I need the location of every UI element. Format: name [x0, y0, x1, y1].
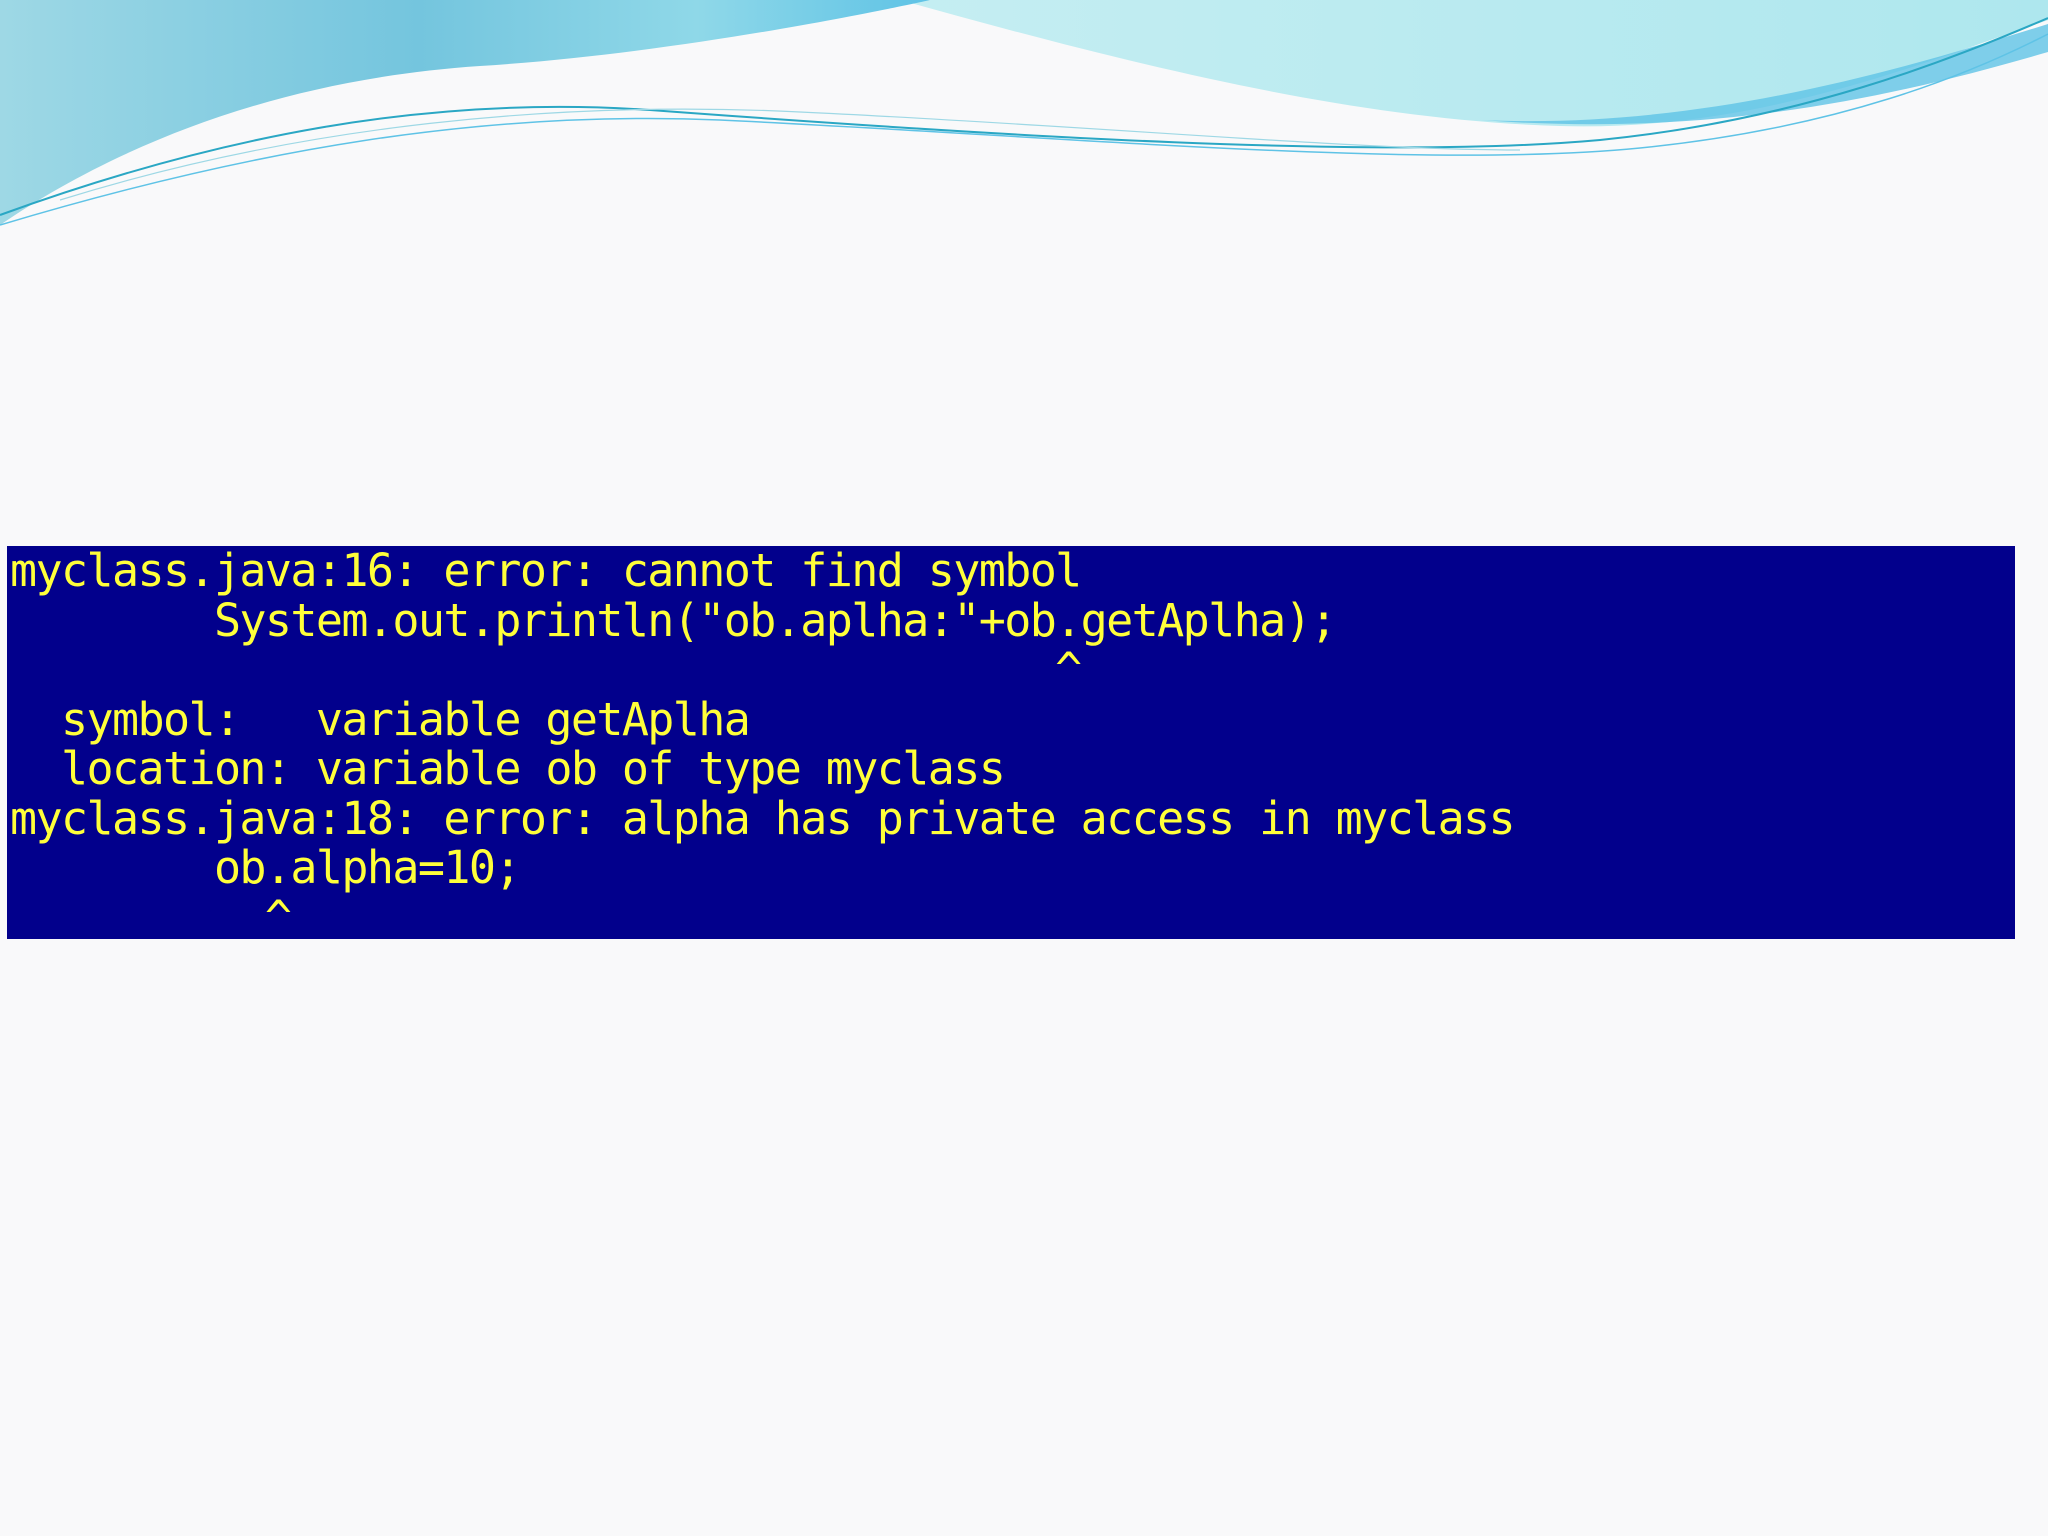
console-line-caret-1: ^	[10, 643, 1082, 696]
console-line-code-1: System.out.println("ob.aplha:"+ob.getApl…	[10, 593, 1337, 647]
console-line-code-2: ob.alpha=10;	[10, 841, 522, 894]
console-line-error-2: myclass.java:18: error: alpha has privat…	[10, 791, 1516, 845]
console-line-symbol: symbol: variable getAplha	[10, 692, 751, 746]
console-line-error-1: myclass.java:16: error: cannot find symb…	[10, 546, 1082, 597]
wave-shape-left	[0, 0, 930, 225]
header-wave-decoration	[0, 0, 2048, 226]
console-output-panel: myclass.java:16: error: cannot find symb…	[7, 546, 2015, 939]
console-line-location: location: variable ob of type myclass	[10, 742, 1006, 795]
console-line-caret-2: ^	[10, 890, 292, 939]
